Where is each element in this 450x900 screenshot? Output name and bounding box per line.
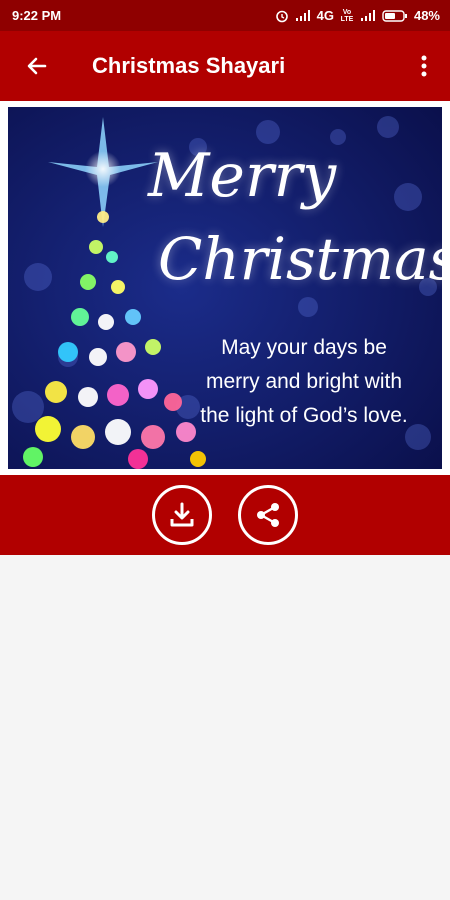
card-message: May your days be merry and bright with t…	[184, 331, 424, 433]
card-message-line: merry and bright with	[205, 370, 403, 393]
app-bar: Christmas Shayari	[0, 31, 450, 101]
status-time: 9:22 PM	[12, 8, 62, 23]
network-label: 4G	[316, 8, 334, 23]
action-bar	[0, 475, 450, 555]
alarm-icon	[275, 9, 289, 23]
card-title-christmas: Christmas	[158, 225, 442, 293]
card-title-merry: Merry	[148, 141, 337, 211]
volte-label: Vo LTE	[340, 8, 354, 23]
card-message-line: the light of God’s love.	[200, 404, 408, 427]
signal-icon	[295, 9, 311, 22]
card-message-line: May your days be	[221, 336, 387, 359]
back-arrow-icon[interactable]	[22, 51, 52, 81]
download-icon	[170, 502, 194, 527]
battery-percent: 48%	[413, 8, 440, 23]
status-icons: 4G Vo LTE 48%	[275, 8, 440, 23]
page-title: Christmas Shayari	[92, 53, 286, 78]
greeting-image[interactable]: Merry Christmas May your days be merry a…	[8, 107, 442, 469]
battery-icon	[382, 9, 408, 22]
status-bar: 9:22 PM 4G Vo LTE 48%	[0, 0, 450, 31]
empty-content-area	[0, 555, 450, 900]
download-button[interactable]	[152, 485, 212, 545]
share-button[interactable]	[238, 485, 298, 545]
signal-icon-2	[360, 9, 376, 22]
share-icon	[257, 503, 279, 527]
more-vert-icon[interactable]	[414, 51, 434, 81]
card-container: Merry Christmas May your days be merry a…	[0, 101, 450, 475]
